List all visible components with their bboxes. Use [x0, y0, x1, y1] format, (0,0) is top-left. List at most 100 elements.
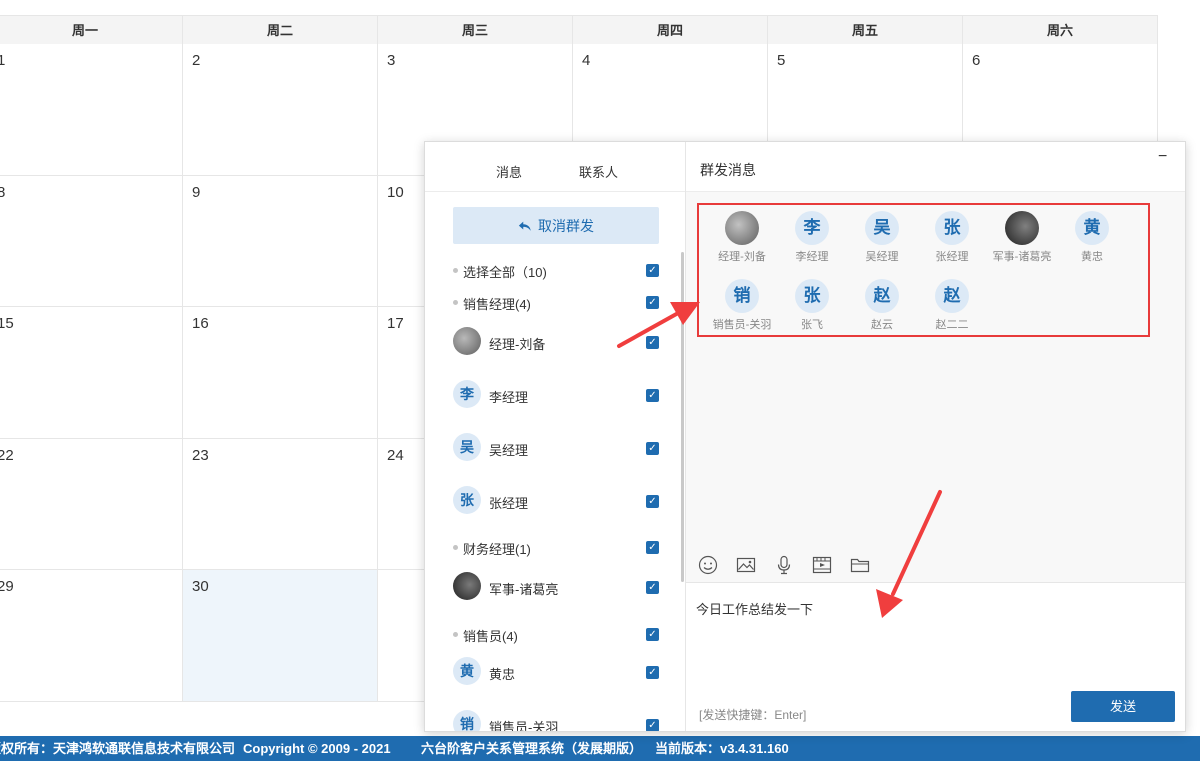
microphone-icon[interactable]: [774, 555, 794, 575]
recipient-item[interactable]: 吴吴经理: [847, 211, 917, 264]
footer-version: 当前版本：v3.4.31.160: [655, 741, 789, 756]
contact-item[interactable]: 军事-诸葛亮 ✓: [425, 572, 679, 602]
recipient-item[interactable]: 赵赵二二: [917, 279, 987, 332]
recipient-item[interactable]: 李李经理: [777, 211, 847, 264]
contact-checkbox[interactable]: ✓: [646, 495, 659, 508]
folder-icon[interactable]: [850, 555, 870, 575]
recipient-avatar: 黄: [1075, 211, 1109, 245]
contact-item[interactable]: 黄黄忠 ✓: [425, 657, 679, 687]
contact-name: 销售员-关羽: [489, 720, 559, 732]
group-bullet: [453, 300, 458, 305]
minimize-button[interactable]: −: [1158, 148, 1167, 166]
contact-checkbox[interactable]: ✓: [646, 581, 659, 594]
recipient-item[interactable]: 军事-诸葛亮: [987, 211, 1057, 264]
day-number: 16: [192, 315, 209, 332]
contact-checkbox[interactable]: ✓: [646, 336, 659, 349]
weekday-label: 周六: [963, 16, 1158, 44]
reply-arrow-icon: [518, 221, 531, 231]
chat-panel: 消息 联系人 取消群发 选择全部（10) ✓ 销售经理(4) ✓ 经理-刘备 ✓ 李李经理 ✓…: [424, 141, 1186, 732]
tab-contacts[interactable]: 联系人: [579, 162, 618, 181]
avatar: [453, 572, 481, 600]
calendar-day-cell[interactable]: 23: [183, 438, 378, 569]
day-number: 24: [387, 446, 404, 464]
recipient-item[interactable]: 销销售员-关羽: [707, 279, 777, 332]
contact-name: 李经理: [489, 390, 529, 405]
group-label: 销售经理(4): [463, 297, 531, 312]
contact-group[interactable]: 销售员(4) ✓: [425, 624, 679, 644]
footer-system-name: 六台阶客户关系管理系统（发展期版）: [421, 741, 643, 756]
video-icon[interactable]: [812, 555, 832, 575]
recipient-item[interactable]: 赵赵云: [847, 279, 917, 332]
recipient-item[interactable]: 张张飞: [777, 279, 847, 332]
recipient-name: 张经理: [935, 251, 969, 263]
sidebar-tabs: 消息 联系人: [425, 142, 685, 192]
calendar-day-cell[interactable]: 1: [0, 44, 183, 175]
calendar-day-cell[interactable]: 2: [183, 44, 378, 175]
contact-checkbox[interactable]: ✓: [646, 719, 659, 731]
emoji-icon[interactable]: [698, 555, 718, 575]
contact-group[interactable]: 销售经理(4) ✓: [425, 292, 679, 312]
contact-checkbox[interactable]: ✓: [646, 442, 659, 455]
group-bullet: [453, 632, 458, 637]
contact-item[interactable]: 李李经理 ✓: [425, 380, 679, 410]
calendar-day-cell[interactable]: 29: [0, 570, 183, 701]
avatar: 销: [453, 710, 481, 731]
calendar-day-cell[interactable]: 30: [183, 570, 378, 701]
contact-item[interactable]: 张张经理 ✓: [425, 486, 679, 516]
contact-checkbox[interactable]: ✓: [646, 389, 659, 402]
cancel-broadcast-label: 取消群发: [538, 217, 594, 234]
recipient-avatar: 销: [725, 279, 759, 313]
day-number: 9: [192, 183, 201, 201]
day-number: 3: [387, 52, 396, 69]
recipient-avatar: 吴: [865, 211, 899, 245]
recipient-item[interactable]: 经理-刘备: [707, 211, 777, 264]
day-number: 10: [387, 183, 404, 201]
tab-messages[interactable]: 消息: [496, 162, 522, 181]
recipient-avatar: [1005, 211, 1039, 245]
contact-name: 经理-刘备: [489, 337, 546, 352]
recipient-avatar: 赵: [935, 279, 969, 313]
contact-name: 吴经理: [489, 443, 529, 458]
contact-group[interactable]: 选择全部（10) ✓: [425, 260, 679, 280]
recipient-name: 销售员-关羽: [712, 319, 772, 331]
cancel-broadcast-button[interactable]: 取消群发: [453, 207, 659, 244]
calendar-day-cell[interactable]: 22: [0, 438, 183, 569]
day-number: 6: [972, 52, 981, 69]
calendar-day-cell[interactable]: 15: [0, 307, 183, 438]
scrollbar[interactable]: [681, 252, 684, 582]
recipient-name: 经理-刘备: [718, 251, 766, 263]
contact-sidebar: 消息 联系人 取消群发 选择全部（10) ✓ 销售经理(4) ✓ 经理-刘备 ✓ 李李经理 ✓…: [425, 142, 686, 731]
group-checkbox[interactable]: ✓: [646, 541, 659, 554]
message-input-area[interactable]: 今日工作总结发一下 [发送快捷键：Enter] 发送: [686, 582, 1185, 731]
avatar: 黄: [453, 657, 481, 685]
recipient-item[interactable]: 张张经理: [917, 211, 987, 264]
image-icon[interactable]: [736, 555, 756, 575]
recipient-name: 张飞: [801, 319, 823, 331]
recipient-avatar: 张: [795, 279, 829, 313]
group-checkbox[interactable]: ✓: [646, 264, 659, 277]
group-checkbox[interactable]: ✓: [646, 628, 659, 641]
recipient-name: 李经理: [795, 251, 829, 263]
recipient-avatar: [725, 211, 759, 245]
calendar-day-cell[interactable]: 8: [0, 175, 183, 306]
avatar: [453, 327, 481, 355]
contact-item[interactable]: 销销售员-关羽 ✓: [425, 710, 679, 732]
message-input[interactable]: 今日工作总结发一下: [696, 599, 813, 618]
group-checkbox[interactable]: ✓: [646, 296, 659, 309]
calendar-day-cell[interactable]: 16: [183, 307, 378, 438]
contact-group[interactable]: 财务经理(1) ✓: [425, 537, 679, 557]
contact-item[interactable]: 吴吴经理 ✓: [425, 433, 679, 463]
day-number: 17: [387, 315, 404, 332]
day-number: 4: [582, 52, 591, 69]
contact-item[interactable]: 经理-刘备 ✓: [425, 327, 679, 357]
contact-name: 黄忠: [489, 667, 516, 682]
contact-name: 军事-诸葛亮: [489, 582, 559, 597]
recipient-avatar: 李: [795, 211, 829, 245]
send-button[interactable]: 发送: [1071, 691, 1175, 722]
contact-checkbox[interactable]: ✓: [646, 666, 659, 679]
calendar-day-cell[interactable]: 9: [183, 175, 378, 306]
recipient-list: 经理-刘备李李经理吴吴经理张张经理 军事-诸葛亮黄黄忠销销售员-关羽张张飞赵赵云赵…: [697, 203, 1150, 337]
day-number: 30: [192, 578, 209, 595]
weekday-header: 周一 周二 周三 周四 周五 周六: [0, 15, 1158, 44]
recipient-item[interactable]: 黄黄忠: [1057, 211, 1127, 264]
